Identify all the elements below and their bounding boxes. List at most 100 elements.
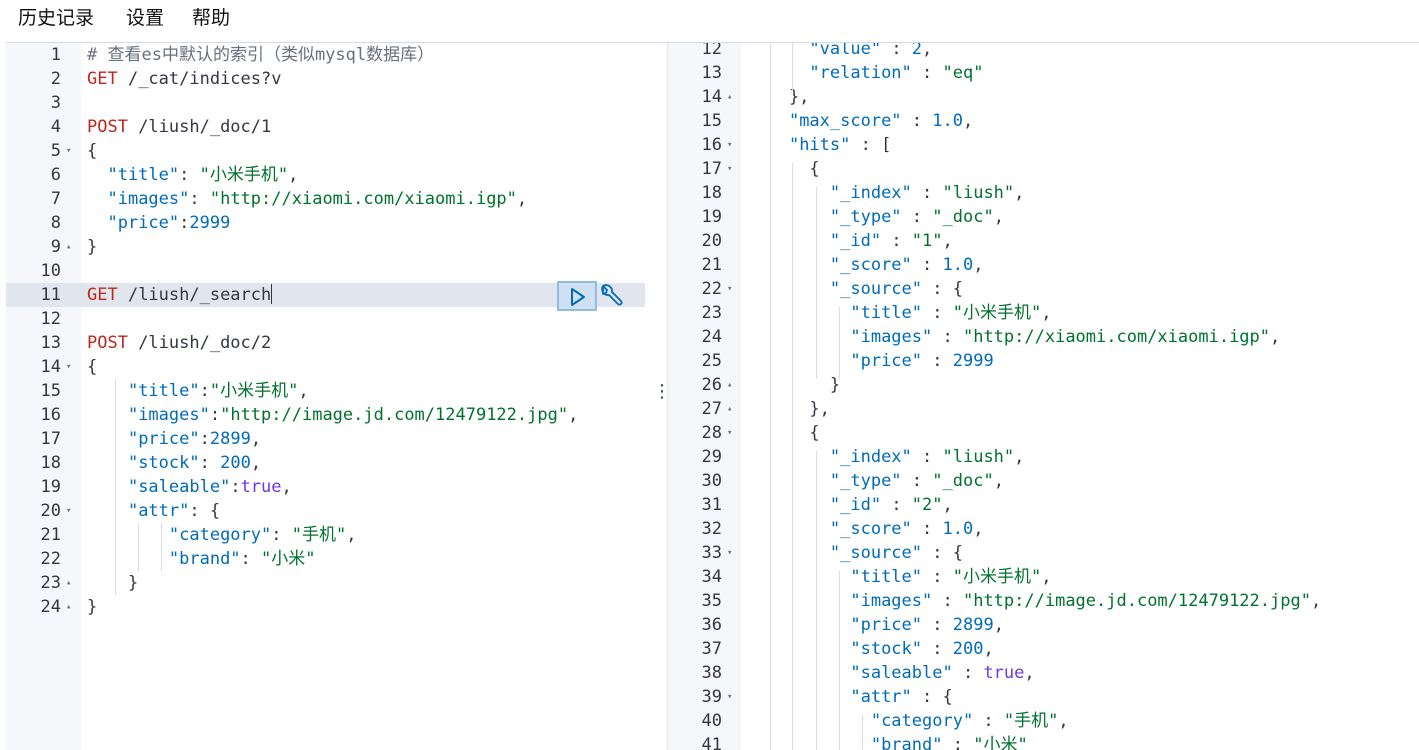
request-path: /_cat/indices?v	[117, 69, 282, 89]
json-key: "max_score"	[788, 111, 902, 131]
menu-settings[interactable]: 设置	[126, 3, 164, 30]
request-line[interactable]: 24 ▴}	[6, 595, 666, 619]
punctuation	[748, 303, 850, 323]
fold-open-icon[interactable]: ▾	[66, 499, 71, 523]
response-line: 41 "brand" : "小米"	[668, 733, 1419, 750]
line-number: 22	[701, 279, 722, 299]
line-number: 36	[701, 615, 722, 635]
line-number: 6	[50, 165, 61, 185]
wrench-icon	[601, 284, 623, 306]
request-line[interactable]: 9 ▴}	[6, 235, 666, 259]
request-line[interactable]: 10	[6, 259, 666, 283]
line-number: 17	[40, 429, 61, 449]
line-number: 34	[701, 567, 722, 587]
json-key: "_type"	[829, 471, 902, 491]
code-text: "price" : 2999	[748, 349, 993, 373]
code-text: "_score" : 1.0,	[748, 517, 984, 541]
response-line: 32 "_score" : 1.0,	[668, 517, 1419, 541]
punctuation: :	[932, 591, 963, 611]
punctuation: ,	[1041, 303, 1052, 323]
json-key: "_score"	[829, 519, 912, 539]
request-line[interactable]: 1 # 查看es中默认的索引（类似mysql数据库）	[6, 43, 666, 67]
request-line[interactable]: 17 "price":2899,	[6, 427, 666, 451]
json-string: "小米手机"	[952, 303, 1042, 323]
request-tools-button[interactable]	[597, 283, 623, 309]
request-line[interactable]: 21 "category": "手机",	[6, 523, 666, 547]
json-string: "小米手机"	[199, 165, 289, 185]
fold-close-icon[interactable]: ▴	[727, 397, 732, 421]
request-path: /liush/_doc/2	[127, 333, 272, 353]
json-key: "price"	[850, 351, 923, 371]
request-line[interactable]: 6 "title": "小米手机",	[6, 163, 666, 187]
code-text: # 查看es中默认的索引（类似mysql数据库）	[87, 43, 434, 67]
line-number: 14	[40, 357, 61, 377]
request-line[interactable]: 14 ▾ {	[6, 355, 666, 379]
punctuation: :	[179, 213, 190, 233]
fold-close-icon[interactable]: ▴	[66, 235, 71, 259]
fold-open-icon[interactable]: ▾	[727, 421, 732, 445]
request-line[interactable]: 13 POST /liush/_doc/2	[6, 331, 666, 355]
punctuation: :	[911, 255, 943, 275]
response-line: 20 "_id" : "1",	[668, 229, 1419, 253]
line-number: 25	[701, 351, 722, 371]
request-line[interactable]: 23 ▴ }	[6, 571, 666, 595]
request-line[interactable]: 15 "title":"小米手机",	[6, 379, 666, 403]
json-string: "liush"	[942, 447, 1015, 467]
json-key: "stock"	[850, 639, 923, 659]
code-text: "stock" : 200,	[748, 637, 993, 661]
response-line: 16 ▾ "hits" : [	[668, 133, 1419, 157]
line-number: 16	[701, 135, 722, 155]
request-line[interactable]: 18 "stock": 200,	[6, 451, 666, 475]
punctuation	[87, 189, 107, 209]
code-text: "images": "http://xiaomi.com/xiaomi.igp"…	[87, 187, 527, 211]
punctuation: :	[881, 43, 912, 59]
fold-close-icon[interactable]: ▴	[66, 595, 71, 619]
line-number: 12	[40, 309, 61, 329]
run-request-button[interactable]	[557, 281, 597, 311]
punctuation: ,	[250, 453, 262, 473]
json-string: "http://image.jd.com/12479122.jpg"	[220, 405, 569, 425]
request-line[interactable]: 2 GET /_cat/indices?v	[6, 67, 666, 91]
json-number: 200	[952, 639, 984, 659]
fold-open-icon[interactable]: ▾	[727, 685, 732, 709]
json-key: "_source"	[829, 543, 923, 563]
line-number: 35	[701, 591, 722, 611]
request-line[interactable]: 4 POST /liush/_doc/1	[6, 115, 666, 139]
fold-open-icon[interactable]: ▾	[727, 133, 732, 157]
punctuation: :	[179, 165, 200, 185]
fold-open-icon[interactable]: ▾	[66, 139, 71, 163]
json-number: 2999	[189, 213, 231, 233]
request-line[interactable]: 5 ▾ {	[6, 139, 666, 163]
request-line[interactable]: 8 "price":2999	[6, 211, 666, 235]
indent-guide	[792, 43, 793, 91]
code-text: "category" : "手机",	[748, 709, 1069, 733]
response-line: 34 "title" : "小米手机",	[668, 565, 1419, 589]
request-line[interactable]: 22 "brand": "小米"	[6, 547, 666, 571]
response-line: 27 ▴ },	[668, 397, 1419, 421]
fold-open-icon[interactable]: ▾	[727, 277, 732, 301]
line-number: 29	[701, 447, 722, 467]
menu-help[interactable]: 帮助	[192, 3, 230, 30]
code-text: "_source" : {	[748, 541, 963, 565]
json-string: "_doc"	[932, 471, 994, 491]
line-number: 19	[40, 477, 61, 497]
request-line[interactable]: 7 "images": "http://xiaomi.com/xiaomi.ig…	[6, 187, 666, 211]
kebab-menu-icon[interactable]: ⋮	[653, 381, 666, 402]
fold-close-icon[interactable]: ▴	[727, 373, 732, 397]
punctuation: ,	[1058, 711, 1069, 731]
fold-open-icon[interactable]: ▾	[727, 157, 732, 181]
code-text: "attr": {	[87, 499, 220, 523]
menu-history[interactable]: 历史记录	[18, 3, 94, 30]
request-line[interactable]: 19 "saleable":true,	[6, 475, 666, 499]
request-line[interactable]: 3	[6, 91, 666, 115]
fold-open-icon[interactable]: ▾	[727, 541, 732, 565]
json-string: "http://xiaomi.com/xiaomi.igp"	[962, 327, 1271, 347]
fold-open-icon[interactable]: ▾	[66, 355, 71, 379]
fold-close-icon[interactable]: ▴	[66, 571, 71, 595]
request-line[interactable]: 16 "images":"http://image.jd.com/1247912…	[6, 403, 666, 427]
request-line[interactable]: 20 ▾ "attr": {	[6, 499, 666, 523]
fold-close-icon[interactable]: ▴	[727, 85, 732, 109]
line-number: 28	[701, 423, 722, 443]
punctuation	[748, 591, 850, 611]
request-editor[interactable]: 1 # 查看es中默认的索引（类似mysql数据库） 2 GET /_cat/indi…	[6, 43, 666, 750]
